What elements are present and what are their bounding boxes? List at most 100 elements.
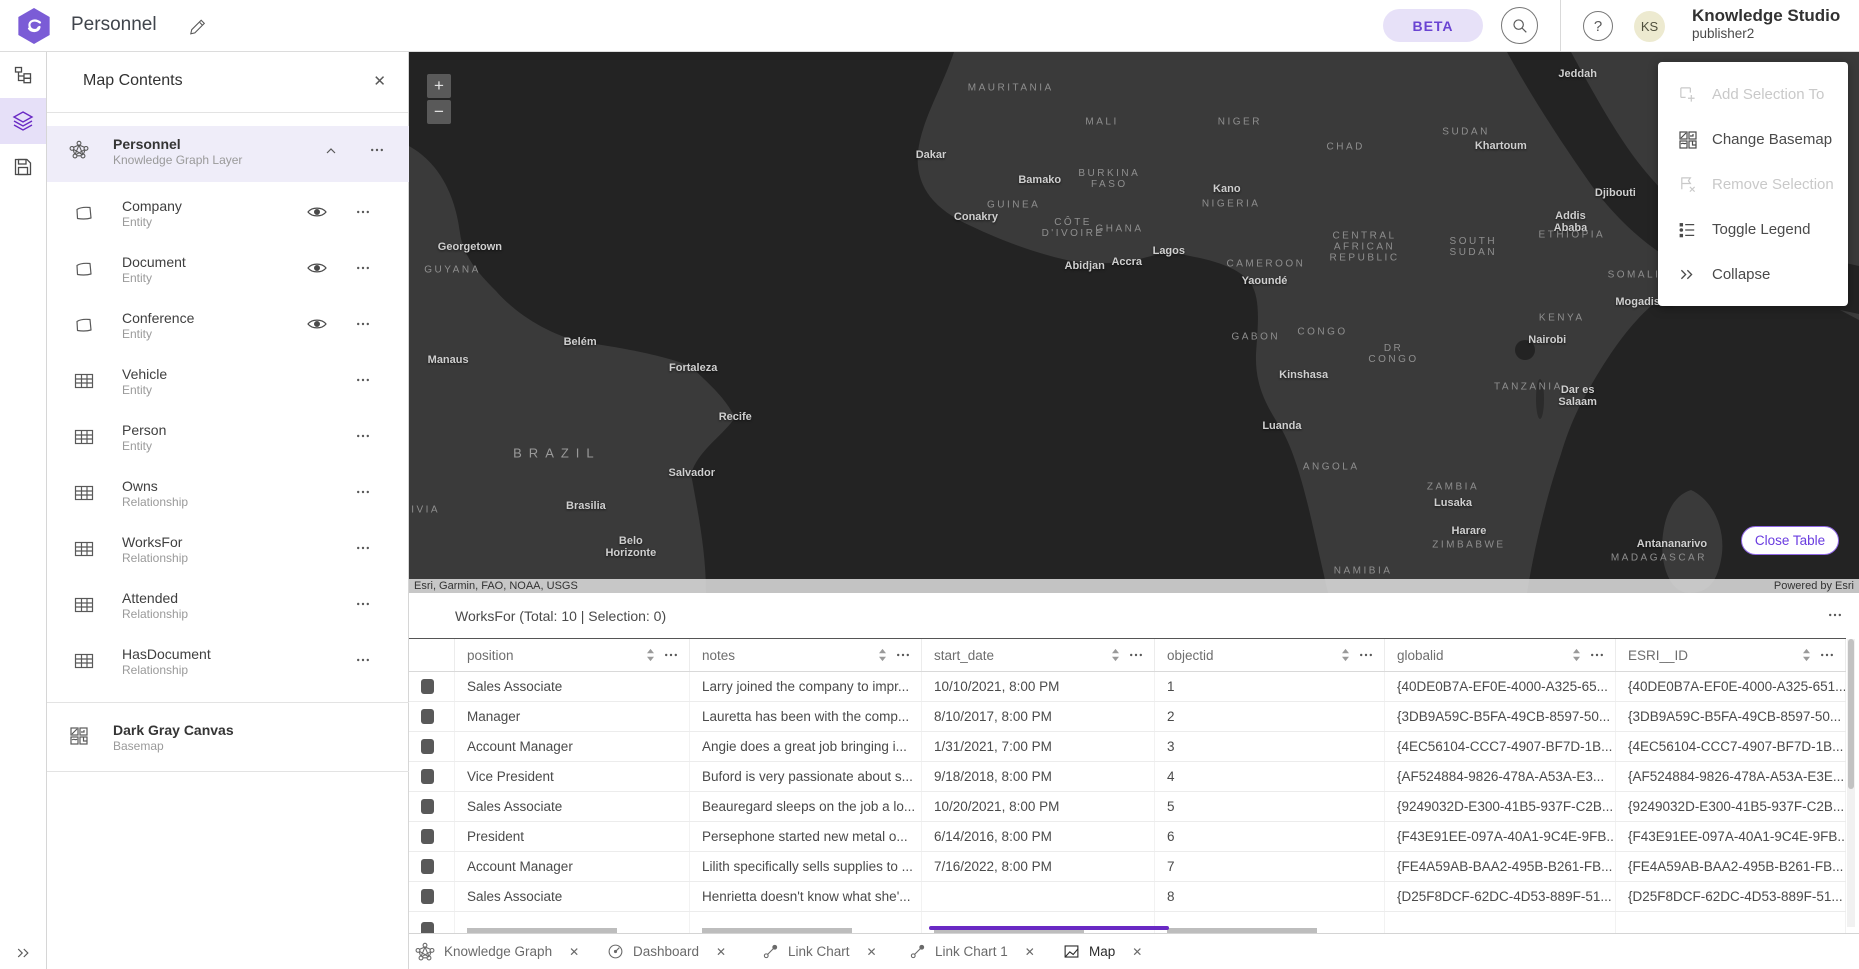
zoom-in-button[interactable]: + — [427, 74, 451, 98]
row-checkbox[interactable] — [421, 709, 434, 724]
zoom-out-button[interactable]: − — [427, 100, 451, 124]
table-row[interactable]: Sales AssociateHenrietta doesn't know wh… — [409, 882, 1846, 912]
tab-link-chart[interactable]: Link Chart✕ — [762, 934, 877, 969]
tab-map[interactable]: Map✕ — [1063, 934, 1142, 969]
row-checkbox[interactable] — [421, 739, 434, 754]
sort-arrows-icon[interactable] — [878, 648, 887, 662]
sublayer-options-icon[interactable] — [355, 372, 371, 388]
visibility-eye-icon[interactable] — [307, 205, 327, 219]
row-select-cell[interactable] — [409, 792, 455, 821]
sublayer-options-icon[interactable] — [355, 652, 371, 668]
tab-link-chart-1[interactable]: Link Chart 1✕ — [909, 934, 1035, 969]
sublayer-row-hasdocument[interactable]: HasDocumentRelationship — [47, 636, 409, 692]
layer-options-icon[interactable] — [369, 142, 385, 158]
edit-title-icon[interactable] — [189, 18, 207, 36]
row-select-cell[interactable] — [409, 912, 455, 933]
sublayer-row-worksfor[interactable]: WorksForRelationship — [47, 524, 409, 580]
layer-row-personnel[interactable]: PersonnelKnowledge Graph Layer — [47, 126, 409, 182]
table-row[interactable]: Vice PresidentBuford is very passionate … — [409, 762, 1846, 792]
basemap-row[interactable]: Dark Gray CanvasBasemap — [47, 712, 409, 768]
column-options-icon[interactable] — [1819, 647, 1835, 663]
tab-close-icon[interactable]: ✕ — [1025, 945, 1035, 959]
row-select-cell[interactable] — [409, 882, 455, 911]
column-header-notes[interactable]: notes — [690, 639, 922, 671]
menu-item-toggle-legend[interactable]: Toggle Legend — [1658, 207, 1848, 252]
row-checkbox[interactable] — [421, 922, 434, 934]
visibility-eye-icon[interactable] — [307, 317, 327, 331]
user-identity[interactable]: Knowledge Studio publisher2 — [1692, 6, 1840, 41]
column-options-icon[interactable] — [1128, 647, 1144, 663]
table-row[interactable]: PresidentPersephone started new metal o.… — [409, 822, 1846, 852]
row-checkbox[interactable] — [421, 859, 434, 874]
sort-arrows-icon[interactable] — [1111, 648, 1120, 662]
sublayer-row-document[interactable]: DocumentEntity — [47, 244, 409, 300]
row-checkbox[interactable] — [421, 679, 434, 694]
avatar[interactable]: KS — [1634, 11, 1665, 42]
tab-dashboard[interactable]: Dashboard✕ — [607, 934, 726, 969]
table-row[interactable]: ManagerLauretta has been with the comp..… — [409, 702, 1846, 732]
expand-rail-button[interactable] — [0, 945, 46, 961]
row-select-cell[interactable] — [409, 762, 455, 791]
app-logo-icon[interactable] — [17, 8, 51, 44]
column-options-icon[interactable] — [895, 647, 911, 663]
sublayer-options-icon[interactable] — [355, 204, 371, 220]
sort-arrows-icon[interactable] — [1572, 648, 1581, 662]
column-options-icon[interactable] — [1589, 647, 1605, 663]
row-checkbox[interactable] — [421, 889, 434, 904]
column-header-objectid[interactable]: objectid — [1155, 639, 1385, 671]
sublayer-options-icon[interactable] — [355, 316, 371, 332]
row-select-cell[interactable] — [409, 732, 455, 761]
row-checkbox[interactable] — [421, 769, 434, 784]
tab-close-icon[interactable]: ✕ — [1132, 945, 1142, 959]
sort-arrows-icon[interactable] — [646, 648, 655, 662]
rail-item-data-model[interactable] — [0, 52, 46, 98]
sublayer-options-icon[interactable] — [355, 428, 371, 444]
menu-item-change-basemap[interactable]: Change Basemap — [1658, 117, 1848, 162]
horizontal-scrollbar-thumb[interactable] — [929, 926, 1169, 930]
column-options-icon[interactable] — [1358, 647, 1374, 663]
sort-arrows-icon[interactable] — [1802, 648, 1811, 662]
table-row[interactable]: Sales AssociateBeauregard sleeps on the … — [409, 792, 1846, 822]
tab-close-icon[interactable]: ✕ — [867, 945, 877, 959]
visibility-eye-icon[interactable] — [307, 261, 327, 275]
sublayer-row-conference[interactable]: ConferenceEntity — [47, 300, 409, 356]
map-canvas[interactable]: DakarBamakoConakryKanoLagosAbidjanAccraY… — [409, 52, 1859, 593]
sublayer-row-attended[interactable]: AttendedRelationship — [47, 580, 409, 636]
row-checkbox[interactable] — [421, 799, 434, 814]
search-button[interactable] — [1501, 7, 1538, 44]
tab-close-icon[interactable]: ✕ — [569, 945, 579, 959]
sublayer-options-icon[interactable] — [355, 484, 371, 500]
sublayer-row-company[interactable]: CompanyEntity — [47, 188, 409, 244]
sort-arrows-icon[interactable] — [1341, 648, 1350, 662]
row-select-cell[interactable] — [409, 852, 455, 881]
row-select-cell[interactable] — [409, 672, 455, 701]
rail-item-save[interactable] — [0, 144, 46, 190]
column-header-position[interactable]: position — [455, 639, 690, 671]
collapse-layer-icon[interactable] — [323, 143, 339, 159]
table-row[interactable]: Sales AssociateLarry joined the company … — [409, 672, 1846, 702]
vertical-scrollbar[interactable] — [1847, 639, 1855, 927]
select-all-header[interactable] — [409, 639, 455, 671]
sublayer-row-owns[interactable]: OwnsRelationship — [47, 468, 409, 524]
tab-knowledge-graph[interactable]: Knowledge Graph✕ — [415, 934, 579, 969]
row-select-cell[interactable] — [409, 702, 455, 731]
table-row[interactable]: Account ManagerAngie does a great job br… — [409, 732, 1846, 762]
sublayer-row-vehicle[interactable]: VehicleEntity — [47, 356, 409, 412]
sublayer-options-icon[interactable] — [355, 260, 371, 276]
menu-item-collapse[interactable]: Collapse — [1658, 252, 1848, 297]
column-options-icon[interactable] — [663, 647, 679, 663]
vertical-scrollbar-thumb[interactable] — [1848, 639, 1854, 789]
row-select-cell[interactable] — [409, 822, 455, 851]
help-button[interactable]: ? — [1583, 11, 1613, 41]
sublayer-options-icon[interactable] — [355, 540, 371, 556]
table-row[interactable]: Account ManagerLilith specifically sells… — [409, 852, 1846, 882]
rail-item-layers[interactable] — [0, 98, 46, 144]
tab-close-icon[interactable]: ✕ — [716, 945, 726, 959]
sublayer-options-icon[interactable] — [355, 596, 371, 612]
close-panel-icon[interactable]: ✕ — [373, 72, 386, 90]
table-options-icon[interactable] — [1827, 607, 1843, 623]
column-header-start_date[interactable]: start_date — [922, 639, 1155, 671]
row-checkbox[interactable] — [421, 829, 434, 844]
close-table-button[interactable]: Close Table — [1741, 526, 1839, 555]
column-header-ESRI__ID[interactable]: ESRI__ID — [1616, 639, 1846, 671]
